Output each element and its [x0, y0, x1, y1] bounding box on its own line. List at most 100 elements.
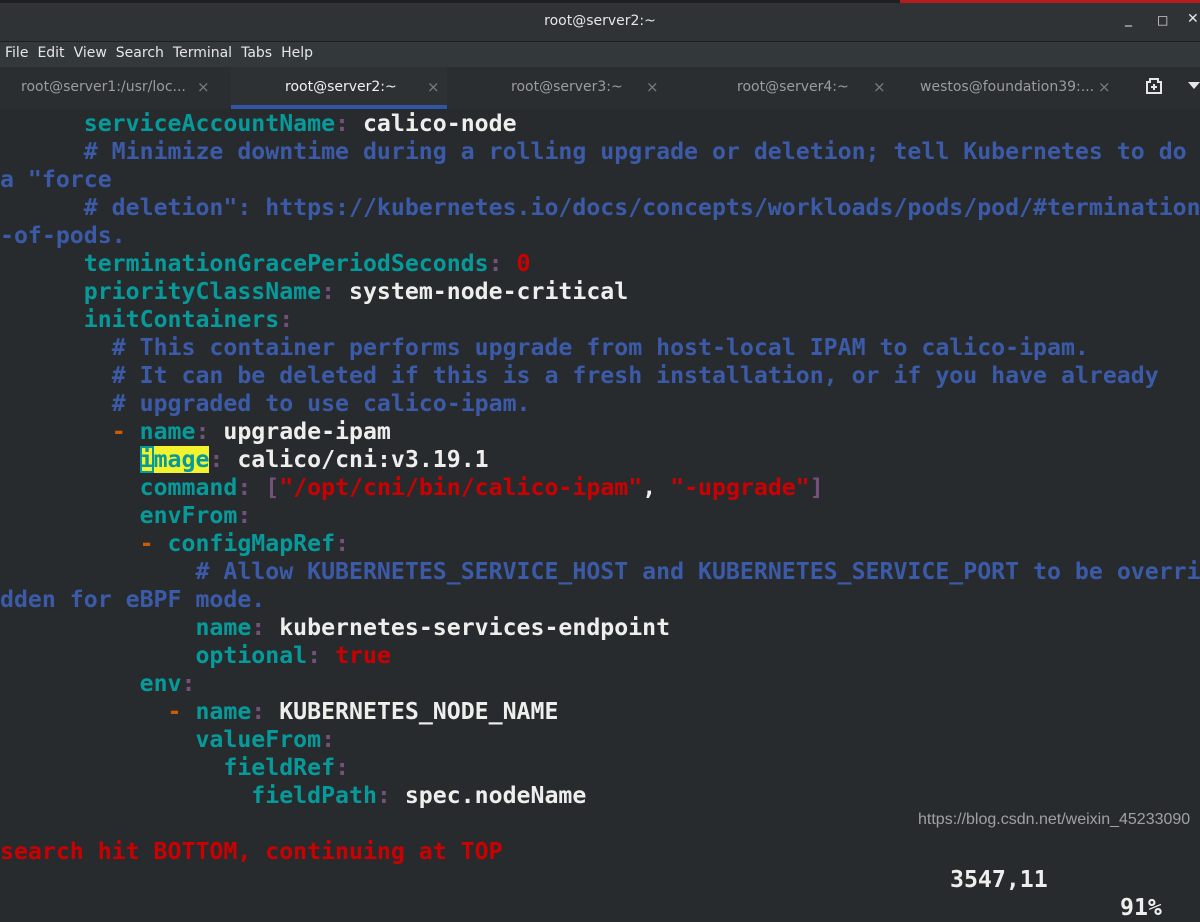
yaml-key: command [139, 474, 238, 501]
maximize-button[interactable]: □ [1157, 13, 1168, 27]
tab-close-icon[interactable]: × [427, 78, 440, 96]
punctuation: : [335, 110, 363, 137]
yaml-value [0, 530, 140, 557]
tab-foundation39[interactable]: westos@foundation39:... × [893, 67, 1120, 109]
tab-server1[interactable]: root@server1:/usr/loc... × [0, 67, 230, 109]
punctuation: : [376, 782, 405, 809]
comment: # It can be deleted if this is a fresh i… [111, 362, 1159, 389]
new-tab-icon[interactable] [1145, 77, 1163, 95]
tab-list-dropdown-icon[interactable] [1188, 82, 1200, 89]
window-title: root@server2:~ [544, 13, 656, 29]
yaml-value [0, 502, 140, 529]
yaml-key: configMapRef [167, 530, 336, 557]
tab-server2[interactable]: root@server2:~ × [231, 67, 447, 109]
yaml-value [0, 110, 84, 137]
terminal-line: a "force [0, 166, 1200, 194]
yaml-value [0, 334, 112, 361]
yaml-key: envFrom [139, 502, 238, 529]
yaml-key: name [195, 698, 252, 725]
comment: # This container performs upgrade from h… [111, 334, 1089, 361]
yaml-key: name [139, 418, 196, 445]
yaml-value [0, 278, 84, 305]
menu-help[interactable]: Help [276, 42, 313, 61]
list-dash: - [111, 418, 140, 445]
menu-edit[interactable]: Edit [32, 42, 64, 61]
terminal-line: # upgraded to use calico-ipam. [0, 390, 1200, 418]
yaml-value [0, 726, 195, 753]
tab-close-icon[interactable]: × [873, 78, 886, 96]
comment: -of-pods. [0, 222, 126, 249]
tab-close-icon[interactable]: × [1098, 78, 1111, 96]
tab-bar: root@server1:/usr/loc... × root@server2:~… [0, 67, 1200, 109]
yaml-key: valueFrom [195, 726, 322, 753]
yaml-value [0, 670, 140, 697]
punctuation: : [279, 306, 294, 333]
yaml-value [0, 194, 84, 221]
tab-server3[interactable]: root@server3:~ × [448, 67, 670, 109]
yaml-value [0, 362, 112, 389]
menu-bar: File Edit View Search Terminal Tabs Help [0, 42, 1200, 67]
terminal-line: dden for eBPF mode. [0, 586, 1200, 614]
close-button[interactable]: ✕ [1187, 11, 1199, 27]
tab-server4[interactable]: root@server4:~ × [670, 67, 893, 109]
tab-label: root@server1:/usr/loc... [21, 79, 186, 95]
terminal-line: # deletion": https://kubernetes.io/docs/… [0, 194, 1200, 222]
string: "/opt/cni/bin/calico-ipam" [279, 474, 643, 501]
minimize-button[interactable]: _ [1125, 11, 1132, 27]
terminal-line: image: calico/cni:v3.19.1 [0, 446, 1200, 474]
comment: # upgraded to use calico-ipam. [111, 390, 531, 417]
yaml-key: name [195, 614, 252, 641]
scroll-percent: 91% [1120, 894, 1162, 921]
string: "-upgrade" [670, 474, 810, 501]
yaml-value [0, 754, 223, 781]
terminal-line: priorityClassName: system-node-critical [0, 278, 1200, 306]
terminal-line: # This container performs upgrade from h… [0, 334, 1200, 362]
punctuation: : [251, 698, 280, 725]
number: 0 [516, 250, 531, 277]
search-match: mage [153, 446, 210, 473]
comment: # Allow KUBERNETES_SERVICE_HOST and KUBE… [195, 558, 1200, 585]
terminal-line: - name: KUBERNETES_NODE_NAME [0, 698, 1200, 726]
yaml-value: upgrade-ipam [223, 418, 391, 445]
tab-close-icon[interactable]: × [646, 78, 659, 96]
yaml-value: system-node-critical [349, 278, 629, 305]
menu-tabs[interactable]: Tabs [236, 42, 272, 61]
menu-view[interactable]: View [69, 42, 107, 61]
punctuation: : [307, 642, 336, 669]
yaml-value [0, 782, 251, 809]
yaml-key: initContainers [83, 306, 280, 333]
terminal-line: optional: true [0, 642, 1200, 670]
yaml-value: KUBERNETES_NODE_NAME [279, 698, 559, 725]
yaml-key: terminationGracePeriodSeconds [83, 250, 489, 277]
yaml-value [0, 558, 195, 585]
yaml-value [0, 138, 84, 165]
terminal-content[interactable]: serviceAccountName: calico-node # Minimi… [0, 110, 1200, 810]
comment: a "force [0, 166, 112, 193]
punctuation: : [321, 278, 350, 305]
terminal-line: fieldPath: spec.nodeName [0, 782, 1200, 810]
punctuation: : [335, 530, 350, 557]
search-message: search hit BOTTOM, continuing at TOP [0, 838, 503, 865]
terminal-line: -of-pods. [0, 222, 1200, 250]
yaml-value: kubernetes-services-endpoint [279, 614, 671, 641]
menu-file[interactable]: File [0, 42, 28, 61]
punctuation: : [251, 614, 280, 641]
yaml-value [0, 614, 195, 641]
menu-terminal[interactable]: Terminal [168, 42, 232, 61]
punctuation: : [181, 670, 196, 697]
tab-close-icon[interactable]: × [197, 78, 210, 96]
yaml-value [0, 390, 112, 417]
comment: dden for eBPF mode. [0, 586, 266, 613]
terminal-line: # It can be deleted if this is a fresh i… [0, 362, 1200, 390]
yaml-key: fieldPath [251, 782, 377, 809]
menu-search[interactable]: Search [111, 42, 164, 61]
list-dash: - [139, 530, 168, 557]
tab-label: root@server4:~ [737, 79, 849, 95]
punctuation: : [209, 446, 238, 473]
terminal-line: - name: upgrade-ipam [0, 418, 1200, 446]
terminal-line: - configMapRef: [0, 530, 1200, 558]
terminal-line: env: [0, 670, 1200, 698]
yaml-value: , [642, 474, 671, 501]
bracket: ] [809, 474, 824, 501]
comment: # Minimize downtime during a rolling upg… [83, 138, 1200, 165]
